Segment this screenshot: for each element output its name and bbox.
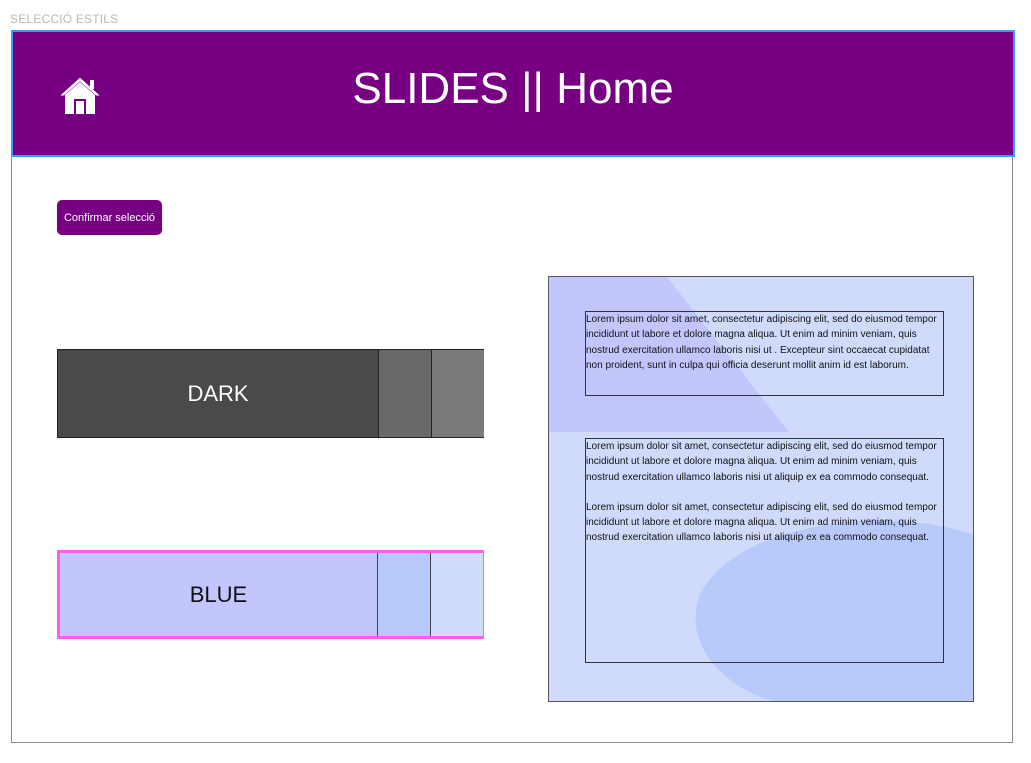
header-bar: SLIDES || Home	[11, 30, 1015, 157]
theme-preview: Lorem ipsum dolor sit amet, consectetur …	[548, 276, 974, 702]
preview-text-2a: Lorem ipsum dolor sit amet, consectetur …	[586, 441, 937, 483]
theme-option-blue[interactable]: BLUE	[57, 550, 484, 639]
preview-text-box-1: Lorem ipsum dolor sit amet, consectetur …	[585, 311, 944, 396]
theme-blue-swatch-1	[377, 553, 430, 636]
theme-option-dark[interactable]: DARK	[57, 349, 484, 438]
theme-blue-swatch-2	[430, 553, 483, 636]
theme-dark-swatch-1	[378, 350, 431, 437]
app-frame: SLIDES || Home Confirmar selecció DARK B…	[11, 30, 1015, 743]
page-title: SLIDES || Home	[352, 64, 674, 113]
frame-label: SELECCIÓ ESTILS	[10, 12, 119, 26]
theme-blue-label: BLUE	[60, 553, 377, 636]
preview-text-2b: Lorem ipsum dolor sit amet, consectetur …	[586, 501, 937, 544]
preview-text-1: Lorem ipsum dolor sit amet, consectetur …	[586, 314, 937, 371]
theme-dark-label: DARK	[58, 350, 378, 437]
theme-dark-swatch-2	[431, 350, 484, 437]
preview-text-box-2: Lorem ipsum dolor sit amet, consectetur …	[585, 438, 944, 663]
confirm-selection-button[interactable]: Confirmar selecció	[57, 200, 162, 235]
